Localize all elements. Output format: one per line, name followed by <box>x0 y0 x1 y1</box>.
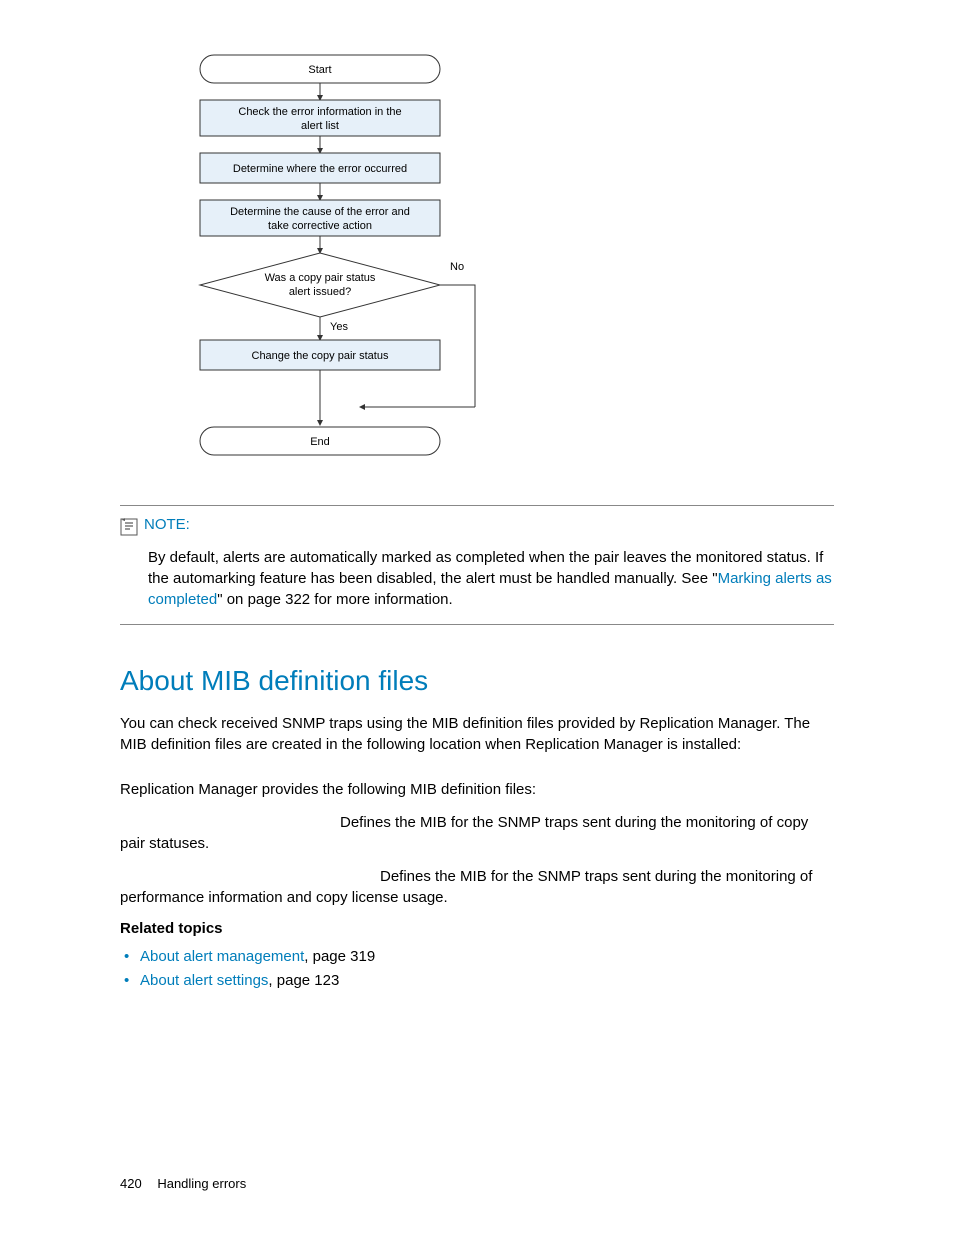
section-def2: Defines the MIB for the SNMP traps sent … <box>120 866 834 908</box>
related-tail-1: , page 319 <box>304 948 375 965</box>
page-footer: 420 Handling errors <box>120 1176 246 1191</box>
flow-step3-line2: take corrective action <box>268 220 372 232</box>
list-item: About alert settings, page 123 <box>124 969 834 993</box>
section-p1: You can check received SNMP traps using … <box>120 713 834 755</box>
chapter-title: Handling errors <box>157 1176 246 1191</box>
flow-decision-line1: Was a copy pair status <box>265 272 376 284</box>
related-topics-list: About alert management, page 319 About a… <box>124 945 834 993</box>
note-label: NOTE: <box>144 516 190 533</box>
flow-end: End <box>310 436 330 448</box>
flow-step4: Change the copy pair status <box>252 350 389 362</box>
section-p2: Replication Manager provides the followi… <box>120 779 834 800</box>
flow-decision-line2: alert issued? <box>289 286 351 298</box>
flow-yes-label: Yes <box>330 321 348 333</box>
note-block: NOTE: By default, alerts are automatical… <box>120 505 834 625</box>
related-link-1[interactable]: About alert management <box>140 948 304 965</box>
flow-step1-line1: Check the error information in the <box>238 106 401 118</box>
section-def1: Defines the MIB for the SNMP traps sent … <box>120 812 834 854</box>
flow-step3-line1: Determine the cause of the error and <box>230 206 410 218</box>
related-tail-2: , page 123 <box>268 972 339 989</box>
flowchart: Start Check the error information in the… <box>180 50 834 475</box>
note-text: By default, alerts are automatically mar… <box>148 547 834 610</box>
page-number: 420 <box>120 1176 142 1191</box>
related-link-2[interactable]: About alert settings <box>140 972 268 989</box>
related-topics-heading: Related topics <box>120 920 834 937</box>
flow-step1-line2: alert list <box>301 120 339 132</box>
flow-step2: Determine where the error occurred <box>233 163 407 175</box>
note-text-after: " on page 322 for more information. <box>217 591 452 608</box>
flow-no-label: No <box>450 261 464 273</box>
note-icon <box>120 516 144 541</box>
section-heading: About MIB definition files <box>120 665 834 697</box>
flow-start: Start <box>308 64 331 76</box>
list-item: About alert management, page 319 <box>124 945 834 969</box>
